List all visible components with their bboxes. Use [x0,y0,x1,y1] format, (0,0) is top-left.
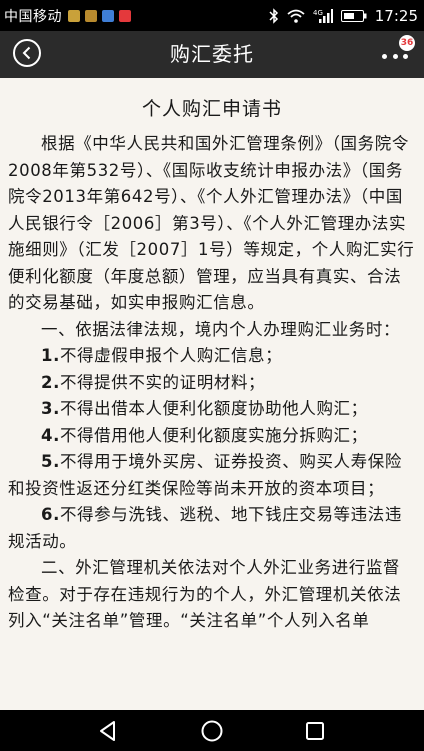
battery-icon [340,9,367,22]
home-circle-icon[interactable] [200,719,224,743]
wifi-icon [287,9,305,23]
app-notification-icon [85,9,97,22]
document-title: 个人购汇申请书 [141,98,282,120]
rule-item: 2.不得提供不实的证明材料； [0,370,424,397]
document-paragraph: 根据《中华人民共和国外汇管理条例》（国务院令2008年第532号）、《国际收支统… [8,134,415,312]
rule-item: 5.不得用于境外买房、证券投资、购买人寿保险和投资性返还分红类保险等尚未开放的资… [0,449,424,502]
back-triangle-icon[interactable] [96,719,120,743]
app-notification-icon [102,9,114,22]
notification-badge: 36 [399,35,415,51]
system-navigation-bar [0,710,424,751]
document-paragraph: 一、依据法律法规，境内个人办理购汇业务时： [41,319,401,339]
status-left: 中国移动 [4,0,136,31]
page-title: 购汇委托 [170,42,254,66]
signal-icon: 4G [313,8,333,23]
rule-number: 2. [41,372,60,392]
rule-text: 不得虚假申报个人购汇信息； [59,346,283,365]
rule-text: 不得出借本人便利化额度协助他人购汇； [59,399,368,418]
rule-item: 3.不得出借本人便利化额度协助他人购汇； [0,396,424,423]
rule-number: 1. [41,346,60,365]
app-header: 购汇委托 36 [0,31,424,78]
svg-text:4G: 4G [313,9,323,17]
status-bar: 中国移动 4G 17:25 [0,0,424,31]
rule-item: 1.不得虚假申报个人购汇信息； [0,343,424,370]
more-dot-icon [382,53,387,59]
more-dot-icon [392,53,398,59]
recents-square-icon[interactable] [303,719,327,743]
rule-number: 3. [41,399,60,418]
rule-item: 4.不得借用他人便利化额度实施分拆购汇； [0,423,424,450]
more-dot-icon [403,53,408,59]
document-paragraph: 二、外汇管理机关依法对个人外汇业务进行监督检查。对于存在违规行为的个人，外汇管理… [8,558,402,630]
rule-item: 6.不得参与洗钱、逃税、地下钱庄交易等违法违规活动。 [0,502,424,555]
rule-text: 不得参与洗钱、逃税、地下钱庄交易等违法违规活动。 [8,505,402,551]
clock: 17:25 [374,6,418,25]
rule-number: 6. [41,505,60,524]
rule-number: 4. [41,425,60,445]
app-notification-icon [68,9,80,22]
rule-text: 不得用于境外买房、证券投资、购买人寿保险和投资性返还分红类保险等尚未开放的资本项… [8,452,402,498]
rule-text: 不得借用他人便利化额度实施分拆购汇； [59,425,368,445]
status-right: 4G 17:25 [261,0,418,31]
rule-text: 不得提供不实的证明材料； [59,372,266,392]
bluetooth-icon [269,7,278,24]
app-notification-icon [119,9,131,22]
more-menu-button[interactable] [382,51,408,61]
rule-number: 5. [41,452,60,471]
document-content[interactable]: 个人购汇申请书 根据《中华人民共和国外汇管理条例》（国务院令2008年第532号… [0,78,424,710]
carrier-name: 中国移动 [4,8,62,25]
